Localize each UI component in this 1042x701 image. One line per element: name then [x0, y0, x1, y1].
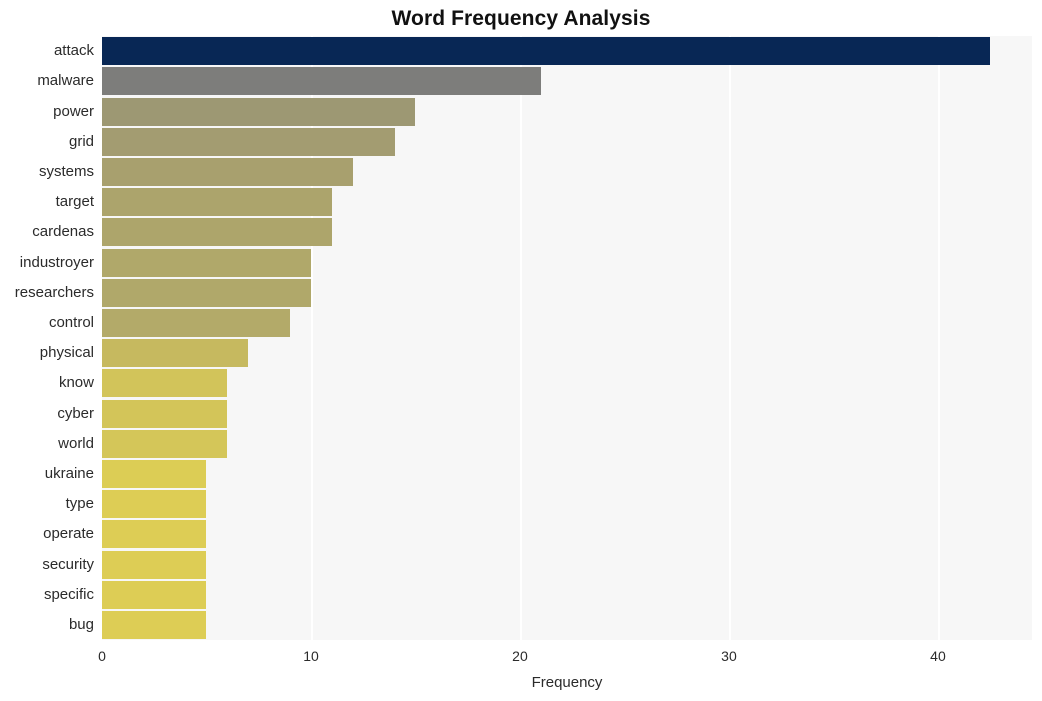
bar[interactable]: [102, 67, 541, 96]
bar[interactable]: [102, 37, 991, 66]
bar[interactable]: [102, 278, 311, 307]
bar[interactable]: [102, 550, 207, 579]
x-axis-tick-label: 30: [721, 648, 737, 664]
y-axis-label: type: [65, 495, 94, 513]
bar[interactable]: [102, 218, 332, 247]
bar[interactable]: [102, 97, 416, 126]
bar-row: [102, 218, 1032, 247]
x-axis-tick-label: 0: [98, 648, 106, 664]
bar[interactable]: [102, 157, 353, 186]
bar-row: [102, 188, 1032, 217]
bar-row: [102, 278, 1032, 307]
plot-area: [102, 36, 1032, 640]
bar[interactable]: [102, 248, 311, 277]
y-axis-label: world: [58, 434, 94, 452]
chart-title: Word Frequency Analysis: [391, 7, 651, 30]
bar[interactable]: [102, 127, 395, 156]
bar[interactable]: [102, 429, 228, 458]
bar[interactable]: [102, 490, 207, 519]
y-axis-label: attack: [53, 42, 94, 60]
bar-row: [102, 550, 1032, 579]
bar[interactable]: [102, 610, 207, 639]
bar[interactable]: [102, 520, 207, 549]
y-axis-label: systems: [38, 162, 94, 180]
bar[interactable]: [102, 399, 228, 428]
y-axis-label: malware: [37, 72, 94, 90]
y-axis-label: security: [42, 555, 94, 573]
y-axis-label: grid: [68, 132, 94, 150]
chart-figure: Word Frequency Analysis attack malware pow…: [0, 0, 1042, 701]
y-axis-label: specific: [43, 585, 94, 603]
bar-row: [102, 399, 1032, 428]
bar-row: [102, 248, 1032, 277]
bar-row: [102, 127, 1032, 156]
y-axis-label: power: [53, 102, 94, 120]
x-axis-tick-label: 40: [930, 648, 946, 664]
bar-row: [102, 67, 1032, 96]
bar-row: [102, 369, 1032, 398]
bar-row: [102, 339, 1032, 368]
y-axis-label: target: [55, 193, 94, 211]
y-axis-label: control: [48, 313, 94, 331]
y-axis-label: cyber: [57, 404, 94, 422]
bar[interactable]: [102, 308, 291, 337]
bar-row: [102, 308, 1032, 337]
y-axis-label: cardenas: [32, 223, 94, 241]
bar-row: [102, 37, 1032, 66]
bar[interactable]: [102, 339, 249, 368]
y-axis-label: operate: [43, 525, 94, 543]
bar-row: [102, 459, 1032, 488]
bar[interactable]: [102, 459, 207, 488]
bar-row: [102, 157, 1032, 186]
y-axis-label: physical: [39, 344, 94, 362]
x-axis-tick-label: 20: [512, 648, 528, 664]
x-axis-tick-labels: 0 10 20 30 40: [0, 648, 1042, 670]
bars-layer: [102, 36, 1032, 640]
y-axis-label: know: [58, 374, 94, 392]
bar[interactable]: [102, 369, 228, 398]
bar-row: [102, 520, 1032, 549]
bar-row: [102, 580, 1032, 609]
x-axis-tick-label: 10: [303, 648, 319, 664]
y-axis-label: ukraine: [44, 464, 94, 482]
bar-row: [102, 610, 1032, 639]
bar-row: [102, 429, 1032, 458]
bar-row: [102, 97, 1032, 126]
x-axis-title: Frequency: [531, 674, 603, 691]
y-axis-label: researchers: [14, 283, 94, 301]
bar[interactable]: [102, 188, 332, 217]
bar-row: [102, 490, 1032, 519]
y-axis-labels: attack malware power grid systems target carde…: [0, 36, 94, 640]
bar[interactable]: [102, 580, 207, 609]
y-axis-label: bug: [68, 615, 94, 633]
y-axis-label: industroyer: [19, 253, 94, 271]
